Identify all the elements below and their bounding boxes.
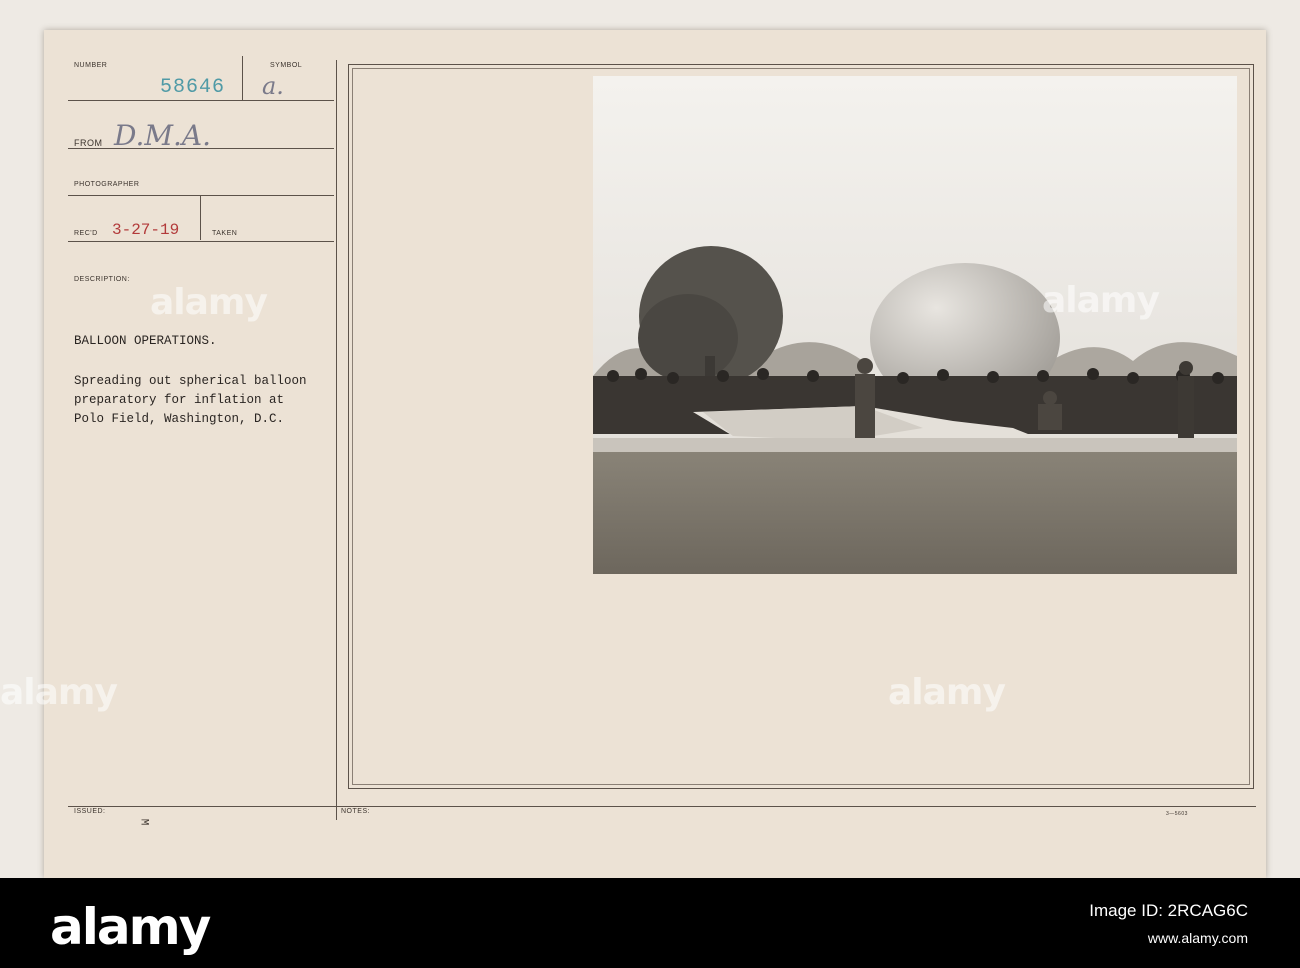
symbol-value: a. (262, 72, 284, 100)
watermark-text: alamy (1042, 280, 1160, 321)
symbol-label: SYMBOL (270, 62, 303, 69)
photograph (593, 76, 1237, 574)
form-number: 3—5603 (1166, 811, 1188, 817)
number-label: NUMBER (74, 62, 108, 69)
recd-taken-divider (200, 196, 201, 240)
watermark-text: alamy (150, 282, 268, 323)
left-column-divider (336, 60, 337, 820)
rule-photographer (68, 195, 334, 196)
from-label: FROM (74, 138, 103, 148)
photographer-label: PHOTOGRAPHER (74, 181, 140, 188)
notes-label: NOTES: (341, 808, 371, 815)
caption-line-1: Spreading out spherical balloon (74, 374, 307, 388)
taken-label: TAKEN (212, 230, 238, 237)
caption-line-3: Polo Field, Washington, D.C. (74, 412, 285, 426)
rule-number (68, 100, 334, 101)
watermark-text: alamy (888, 672, 1006, 713)
number-symbol-divider (242, 56, 243, 100)
balloon-scene-illustration (593, 76, 1237, 574)
page: { "record": { "number_label": "NUMBER", … (0, 0, 1300, 968)
recd-date: 3-27-19 (112, 221, 180, 239)
site-url: www.alamy.com (1147, 930, 1248, 946)
rule-recd (68, 241, 334, 242)
record-number: 58646 (160, 76, 226, 99)
rule-bottom (68, 806, 1256, 807)
description-title: BALLOON OPERATIONS. (74, 334, 217, 348)
from-value: D.M.A. (114, 119, 212, 152)
recd-label: REC'D (74, 230, 98, 237)
caption-line-2: preparatory for inflation at (74, 393, 285, 407)
issued-label: ISSUED: (74, 808, 106, 815)
image-id-label: Image ID: 2RCAG6C (1089, 901, 1248, 920)
issued-mark: M (137, 818, 150, 826)
watermark-text: alamy (0, 672, 118, 713)
alamy-logo: alamy (50, 898, 211, 956)
description-label: DESCRIPTION: (74, 276, 130, 283)
